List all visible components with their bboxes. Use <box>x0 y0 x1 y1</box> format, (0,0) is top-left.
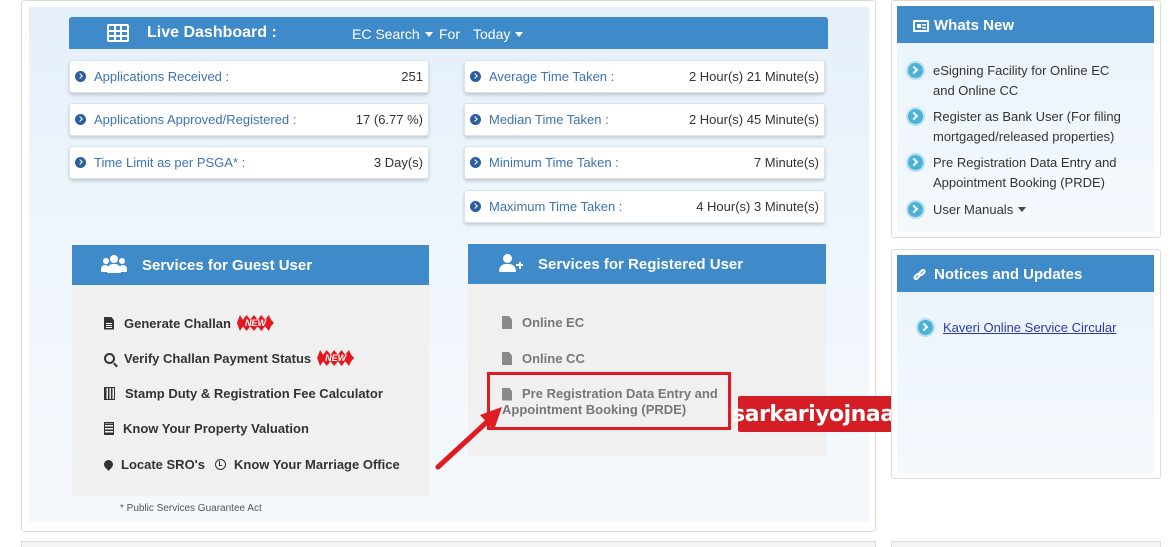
footnote: * Public Services Guarantee Act <box>120 503 262 514</box>
notice-item: Kaveri Online Service Circular <box>916 318 1116 338</box>
generate-challan-link[interactable]: Generate Challan NEW <box>104 315 274 331</box>
stamp-duty-calculator-link[interactable]: Stamp Duty & Registration Fee Calculator <box>104 386 383 401</box>
ec-search-dropdown[interactable]: EC Search <box>352 26 433 42</box>
chevron-circle-icon <box>470 114 481 125</box>
chevron-circle-icon <box>916 318 935 337</box>
whats-new-item[interactable]: eSigning Facility for Online EC and Onlin… <box>906 61 1109 101</box>
chevron-circle-icon <box>75 114 86 125</box>
clock-icon <box>215 459 227 470</box>
stat-maximum-time: Maximum Time Taken : 4 Hour(s) 3 Minute(… <box>464 190 825 223</box>
property-valuation-link[interactable]: Know Your Property Valuation <box>104 421 309 436</box>
building-icon <box>104 422 114 435</box>
locate-sro-link[interactable]: Locate SRO's <box>121 457 205 472</box>
whats-new-panel: Whats New eSigning Facility for Online E… <box>891 0 1161 238</box>
chevron-circle-icon <box>470 157 481 168</box>
dashboard-title: Live Dashboard : <box>147 24 277 41</box>
chevron-circle-icon <box>470 201 481 212</box>
guest-services-header: Services for Guest User <box>72 245 429 285</box>
stat-time-limit: Time Limit as per PSGA* : 3 Day(s) <box>69 146 429 179</box>
whats-new-header: Whats New <box>897 6 1154 43</box>
stat-minimum-time: Minimum Time Taken : 7 Minute(s) <box>464 146 825 179</box>
chevron-circle-icon <box>906 200 925 219</box>
online-cc-link[interactable]: Online CC <box>502 351 585 366</box>
file-icon <box>502 316 512 329</box>
marriage-office-link[interactable]: Know Your Marriage Office <box>234 457 400 472</box>
caret-down-icon <box>424 32 433 37</box>
user-manuals-dropdown[interactable]: User Manuals <box>906 200 1027 220</box>
file-icon <box>502 352 512 365</box>
locate-sro-row: Locate SRO's Know Your Marriage Office <box>102 457 400 472</box>
stat-median-time: Median Time Taken : 2 Hour(s) 45 Minute(… <box>464 103 825 136</box>
caret-down-icon <box>1018 207 1027 212</box>
guest-services-title: Services for Guest User <box>142 257 313 274</box>
map-marker-icon <box>102 458 115 471</box>
notices-title: Notices and Updates <box>934 266 1083 283</box>
chevron-circle-icon <box>75 157 86 168</box>
calculator-icon <box>104 387 115 400</box>
notices-panel: Notices and Updates Kaveri Online Servic… <box>891 249 1161 479</box>
chevron-circle-icon <box>906 61 925 80</box>
newspaper-icon <box>913 20 929 32</box>
chevron-circle-icon <box>470 71 481 82</box>
user-plus-icon <box>499 254 523 272</box>
link-icon <box>912 267 927 282</box>
chevron-circle-icon <box>75 71 86 82</box>
whats-new-item[interactable]: Register as Bank User (For filing mortgag… <box>906 107 1121 147</box>
stat-average-time: Average Time Taken : 2 Hour(s) 21 Minute… <box>464 60 825 93</box>
verify-challan-link[interactable]: Verify Challan Payment Status NEW <box>104 350 355 366</box>
period-dropdown[interactable]: Today <box>473 26 524 42</box>
stat-applications-received: Applications Received : 251 <box>69 60 429 93</box>
registered-services-title: Services for Registered User <box>538 256 744 273</box>
chevron-circle-icon <box>906 153 925 172</box>
bottom-panel-edge <box>891 541 1161 547</box>
users-icon <box>101 255 127 273</box>
document-icon <box>104 316 114 330</box>
table-icon <box>107 24 129 42</box>
new-badge: NEW <box>236 315 274 331</box>
for-label: For <box>439 26 460 42</box>
live-dashboard-header: Live Dashboard : EC Search For Today <box>69 17 828 49</box>
stat-applications-approved: Applications Approved/Registered : 17 (6… <box>69 103 429 136</box>
search-icon <box>104 352 115 364</box>
pointer-arrow <box>435 407 502 470</box>
guest-services-card: Services for Guest User Generate Challan… <box>72 245 429 496</box>
bottom-panel-edge <box>21 541 876 547</box>
notices-header: Notices and Updates <box>897 255 1154 292</box>
new-badge: NEW <box>317 350 355 366</box>
whats-new-item[interactable]: Pre Registration Data Entry and Appointme… <box>906 153 1117 193</box>
kaveri-circular-link[interactable]: Kaveri Online Service Circular <box>943 318 1116 338</box>
caret-down-icon <box>515 32 524 37</box>
highlight-box <box>487 372 731 430</box>
whats-new-title: Whats New <box>934 17 1015 34</box>
chevron-circle-icon <box>906 107 925 126</box>
online-ec-link[interactable]: Online EC <box>502 315 584 330</box>
registered-services-header: Services for Registered User <box>468 244 826 284</box>
